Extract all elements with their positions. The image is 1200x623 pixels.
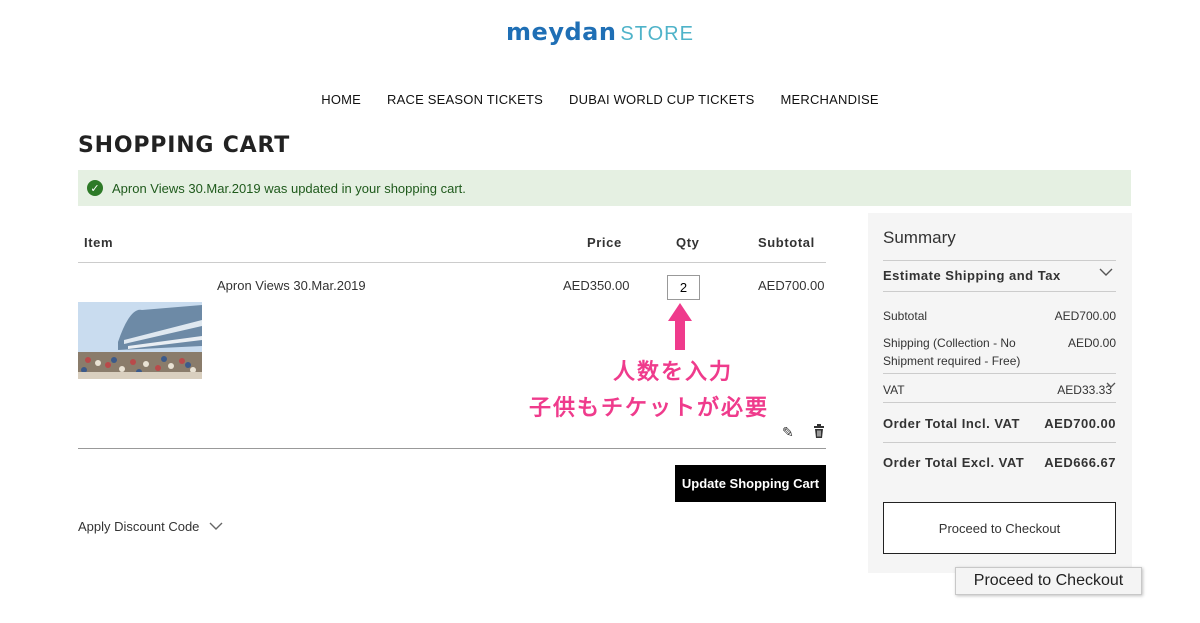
chevron-down-icon[interactable] [1106,378,1116,392]
header-item: Item [84,235,114,250]
summary-divider [883,373,1116,374]
checkout-tooltip: Proceed to Checkout [955,567,1142,595]
total-incl-vat-value: AED700.00 [1044,416,1116,431]
check-circle-icon: ✓ [87,180,103,196]
success-message: ✓ Apron Views 30.Mar.2019 was updated in… [78,170,1131,206]
pencil-icon[interactable]: ✎ [782,424,794,441]
total-excl-vat-value: AED666.67 [1044,455,1116,470]
quantity-input[interactable] [667,275,700,300]
arrow-up-icon [666,301,694,351]
update-cart-button[interactable]: Update Shopping Cart [675,465,826,502]
chevron-down-icon[interactable] [1099,265,1113,280]
logo-brand: meydan [506,18,617,46]
total-incl-vat-label: Order Total Incl. VAT [883,416,1020,431]
annotation-line-1: 人数を入力 [613,360,734,385]
success-message-text: Apron Views 30.Mar.2019 was updated in y… [112,180,466,196]
order-summary: Summary Estimate Shipping and Tax Subtot… [868,213,1132,573]
nav-home[interactable]: HOME [321,92,361,107]
discount-label: Apply Discount Code [78,519,200,534]
subtotal-label: Subtotal [883,309,928,323]
product-image[interactable] [78,302,202,379]
proceed-to-checkout-button[interactable]: Proceed to Checkout [883,502,1116,554]
logo-store: STORE [620,23,694,45]
store-logo[interactable]: meydan STORE [0,18,1200,47]
subtotal-value: AED700.00 [1054,309,1116,323]
row-divider [78,448,826,449]
nav-merchandise[interactable]: MERCHANDISE [780,92,878,107]
annotation-line-2: 子供もチケットが必要 [529,396,770,421]
item-subtotal: AED700.00 [758,278,825,293]
header-qty: Qty [676,235,700,250]
summary-divider [883,402,1116,403]
main-nav: HOME RACE SEASON TICKETS DUBAI WORLD CUP… [0,92,1200,107]
estimate-shipping-toggle[interactable]: Estimate Shipping and Tax [883,268,1061,283]
discount-toggle[interactable]: Apply Discount Code [78,519,223,534]
summary-divider [883,260,1116,261]
summary-divider [883,442,1116,443]
header-price: Price [587,235,622,250]
item-price: AED350.00 [563,278,630,293]
trash-icon[interactable] [812,424,826,438]
page-title: SHOPPING CART [78,133,291,158]
total-excl-vat-label: Order Total Excl. VAT [883,455,1025,470]
chevron-down-icon [209,519,223,534]
summary-divider [883,291,1116,292]
summary-title: Summary [883,228,956,247]
shipping-label: Shipping (Collection - No Shipment requi… [883,336,1021,368]
product-name-link[interactable]: Apron Views 30.Mar.2019 [217,278,366,293]
nav-race-season-tickets[interactable]: RACE SEASON TICKETS [387,92,543,107]
header-divider [78,262,826,263]
nav-dubai-world-cup-tickets[interactable]: DUBAI WORLD CUP TICKETS [569,92,754,107]
vat-label: VAT [883,383,905,397]
vat-value: AED33.33 [1057,383,1112,397]
header-subtotal: Subtotal [758,235,815,250]
shipping-value: AED0.00 [1067,336,1116,350]
